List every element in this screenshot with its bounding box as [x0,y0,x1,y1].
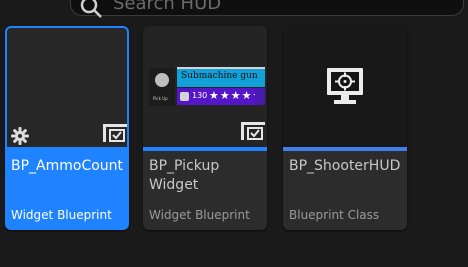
toolbar: Search HUD [0,0,468,18]
preview-title: Submachine gun [181,71,258,81]
coin-icon [155,73,169,87]
preview-rating-number: 130 [192,91,208,100]
preview-rating-box: 130 ★★★★★ [177,88,265,105]
search-field[interactable]: Search HUD [70,0,464,18]
widget-badge-icon [103,124,127,142]
asset-thumbnail: Pick Up Submachine gun 130 ★★★★★ [143,26,267,147]
chevron-down-icon [42,0,44,1]
gear-icon [11,127,29,145]
asset-type: Blueprint Class [289,208,380,222]
filter-icon [14,0,24,4]
asset-type: Widget Blueprint [11,208,112,222]
asset-tile-pickup-widget[interactable]: Pick Up Submachine gun 130 ★★★★★ BP_Pick… [143,26,267,230]
asset-type: Widget Blueprint [149,208,250,222]
rating-badge-icon [180,92,189,101]
asset-name: BP_Pickup Widget [149,158,220,193]
widget-preview: Pick Up Submachine gun 130 ★★★★★ [149,67,265,106]
filter-button[interactable] [6,0,56,12]
search-input[interactable]: Search HUD [113,0,221,14]
asset-type-bar [283,147,407,151]
asset-thumbnail [7,28,127,147]
asset-type-bar [143,147,267,151]
asset-tile-ammocount[interactable]: BP_AmmoCount Widget Blueprint [5,26,129,230]
search-icon [80,0,102,18]
asset-tile-shooterhud[interactable]: BP_ShooterHUD Blueprint Class [283,26,407,230]
widget-badge-icon [241,122,265,140]
monitor-crosshair-icon [327,68,363,104]
preview-pickup-label: Pick Up [153,96,168,101]
preview-title-box: Submachine gun [177,69,265,87]
asset-name: BP_AmmoCount [11,158,124,174]
asset-thumbnail [283,26,407,147]
asset-name: BP_ShooterHUD [289,158,401,174]
